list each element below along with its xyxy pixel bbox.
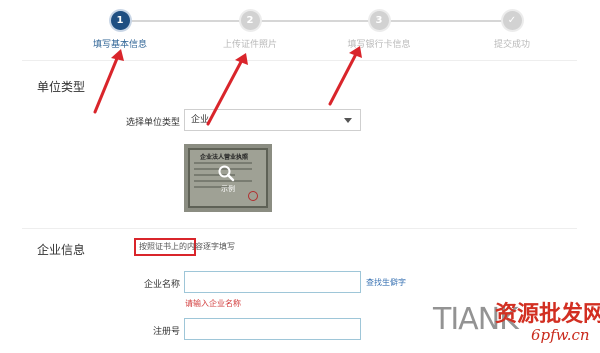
annotation-arrow	[93, 54, 120, 114]
company-name-error: 请输入企业名称	[185, 299, 241, 308]
watermark-domain: 6pfw.cn	[531, 326, 590, 344]
unit-type-label: 选择单位类型	[125, 118, 180, 128]
step-label: 填写银行卡信息	[347, 40, 411, 50]
step-bank-card[interactable]: 3 填写银行卡信息	[324, 11, 434, 50]
find-rare-char-link[interactable]: 查找生僻字	[366, 277, 406, 288]
step-number-badge: 3	[369, 11, 389, 30]
registration-number-input[interactable]	[184, 318, 361, 340]
company-info-heading: 企业信息	[37, 243, 86, 257]
step-number-badge: 2	[240, 11, 260, 30]
step-label: 填写基本信息	[92, 40, 147, 50]
registration-number-label: 注册号	[152, 327, 180, 337]
step-label: 提交成功	[493, 40, 530, 50]
unit-type-select[interactable]: 企业	[184, 109, 361, 131]
step-label: 上传证件照片	[222, 40, 277, 50]
magnifier-icon	[218, 165, 235, 182]
company-name-input[interactable]	[184, 271, 361, 293]
step-basic-info[interactable]: 1 填写基本信息	[65, 11, 175, 50]
sample-caption: 示例	[221, 185, 235, 193]
step-number-badge: 1	[110, 11, 130, 30]
unit-type-heading: 单位类型	[37, 80, 86, 94]
fill-hint-callout: 按照证书上的内容逐字填写	[134, 238, 235, 256]
annotation-arrow	[328, 52, 358, 106]
progress-stepper: 1 填写基本信息 2 上传证件照片 3 填写银行卡信息 ✓ 提交成功	[0, 0, 600, 58]
divider	[22, 60, 577, 61]
license-seal	[248, 191, 258, 201]
step-upload-photos[interactable]: 2 上传证件照片	[195, 11, 305, 50]
watermark-chinese: 资源批发网	[495, 301, 600, 327]
license-title: 企业法人营业执照	[199, 154, 248, 161]
divider	[22, 228, 577, 229]
company-name-label: 企业名称	[143, 280, 180, 290]
site-watermark: TIANK 资源批发网 6pfw.cn	[433, 296, 600, 351]
unit-type-selected-value: 企业	[191, 115, 210, 125]
step-submit-success[interactable]: ✓ 提交成功	[457, 11, 567, 50]
chevron-down-icon	[344, 118, 352, 123]
license-sample-image[interactable]: 企业法人营业执照 示例	[184, 144, 272, 212]
checkmark-icon: ✓	[502, 11, 522, 30]
